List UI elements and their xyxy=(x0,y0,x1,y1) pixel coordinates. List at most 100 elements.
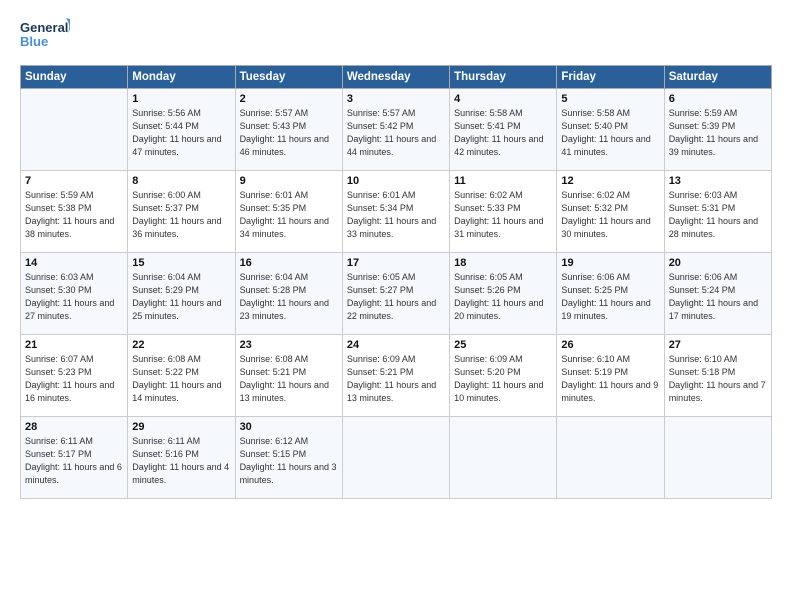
calendar-cell: 17 Sunrise: 6:05 AMSunset: 5:27 PMDayligh… xyxy=(342,253,449,335)
cell-info: Sunrise: 6:12 AMSunset: 5:15 PMDaylight:… xyxy=(240,435,338,487)
header: General Blue xyxy=(20,16,772,57)
cell-info: Sunrise: 6:09 AMSunset: 5:20 PMDaylight:… xyxy=(454,353,552,405)
calendar-cell: 25 Sunrise: 6:09 AMSunset: 5:20 PMDayligh… xyxy=(450,335,557,417)
logo-icon: General Blue xyxy=(20,16,70,52)
cell-info: Sunrise: 6:11 AMSunset: 5:17 PMDaylight:… xyxy=(25,435,123,487)
calendar-cell: 1 Sunrise: 5:56 AMSunset: 5:44 PMDaylight… xyxy=(128,89,235,171)
day-number: 7 xyxy=(25,175,123,187)
calendar-cell: 16Sunrise: 6:04 AMSunset: 5:28 PMDayligh… xyxy=(235,253,342,335)
calendar-cell: 13Sunrise: 6:03 AMSunset: 5:31 PMDayligh… xyxy=(664,171,771,253)
cell-info: Sunrise: 6:06 AMSunset: 5:25 PMDaylight:… xyxy=(561,271,659,323)
col-header-tuesday: Tuesday xyxy=(235,66,342,89)
cell-info: Sunrise: 6:05 AMSunset: 5:26 PMDaylight:… xyxy=(454,271,552,323)
calendar-cell: 26 Sunrise: 6:10 AMSunset: 5:19 PMDayligh… xyxy=(557,335,664,417)
cell-info: Sunrise: 6:03 AMSunset: 5:31 PMDaylight:… xyxy=(669,189,767,241)
col-header-monday: Monday xyxy=(128,66,235,89)
calendar-cell: 24 Sunrise: 6:09 AMSunset: 5:21 PMDayligh… xyxy=(342,335,449,417)
day-number: 26 xyxy=(561,339,659,351)
cell-info: Sunrise: 5:56 AMSunset: 5:44 PMDaylight:… xyxy=(132,107,230,159)
cell-info: Sunrise: 6:03 AMSunset: 5:30 PMDaylight:… xyxy=(25,271,123,323)
cell-info: Sunrise: 5:58 AMSunset: 5:41 PMDaylight:… xyxy=(454,107,552,159)
day-number: 24 xyxy=(347,339,445,351)
cell-info: Sunrise: 6:06 AMSunset: 5:24 PMDaylight:… xyxy=(669,271,767,323)
col-header-thursday: Thursday xyxy=(450,66,557,89)
day-number: 4 xyxy=(454,93,552,105)
cell-info: Sunrise: 6:10 AMSunset: 5:18 PMDaylight:… xyxy=(669,353,767,405)
day-number: 5 xyxy=(561,93,659,105)
calendar-cell: 12Sunrise: 6:02 AMSunset: 5:32 PMDayligh… xyxy=(557,171,664,253)
header-row: SundayMondayTuesdayWednesdayThursdayFrid… xyxy=(21,66,772,89)
calendar-cell: 2 Sunrise: 5:57 AMSunset: 5:43 PMDaylight… xyxy=(235,89,342,171)
cell-info: Sunrise: 6:00 AMSunset: 5:37 PMDaylight:… xyxy=(132,189,230,241)
day-number: 1 xyxy=(132,93,230,105)
calendar-cell xyxy=(664,417,771,499)
day-number: 27 xyxy=(669,339,767,351)
calendar-cell: 28 Sunrise: 6:11 AMSunset: 5:17 PMDayligh… xyxy=(21,417,128,499)
calendar-cell: 20 Sunrise: 6:06 AMSunset: 5:24 PMDayligh… xyxy=(664,253,771,335)
calendar-cell: 29Sunrise: 6:11 AMSunset: 5:16 PMDayligh… xyxy=(128,417,235,499)
cell-info: Sunrise: 5:59 AMSunset: 5:38 PMDaylight:… xyxy=(25,189,123,241)
cell-info: Sunrise: 6:08 AMSunset: 5:21 PMDaylight:… xyxy=(240,353,338,405)
week-row-1: 1 Sunrise: 5:56 AMSunset: 5:44 PMDaylight… xyxy=(21,89,772,171)
week-row-2: 7 Sunrise: 5:59 AMSunset: 5:38 PMDaylight… xyxy=(21,171,772,253)
day-number: 2 xyxy=(240,93,338,105)
cell-info: Sunrise: 6:05 AMSunset: 5:27 PMDaylight:… xyxy=(347,271,445,323)
day-number: 22 xyxy=(132,339,230,351)
col-header-sunday: Sunday xyxy=(21,66,128,89)
day-number: 9 xyxy=(240,175,338,187)
calendar-cell: 23 Sunrise: 6:08 AMSunset: 5:21 PMDayligh… xyxy=(235,335,342,417)
calendar-cell: 21Sunrise: 6:07 AMSunset: 5:23 PMDayligh… xyxy=(21,335,128,417)
calendar-cell: 5 Sunrise: 5:58 AMSunset: 5:40 PMDaylight… xyxy=(557,89,664,171)
day-number: 20 xyxy=(669,257,767,269)
calendar-cell: 19 Sunrise: 6:06 AMSunset: 5:25 PMDayligh… xyxy=(557,253,664,335)
calendar-cell: 11 Sunrise: 6:02 AMSunset: 5:33 PMDayligh… xyxy=(450,171,557,253)
day-number: 19 xyxy=(561,257,659,269)
cell-info: Sunrise: 6:09 AMSunset: 5:21 PMDaylight:… xyxy=(347,353,445,405)
logo-svg-container: General Blue xyxy=(20,16,70,57)
day-number: 3 xyxy=(347,93,445,105)
day-number: 12 xyxy=(561,175,659,187)
calendar-cell: 4 Sunrise: 5:58 AMSunset: 5:41 PMDaylight… xyxy=(450,89,557,171)
col-header-wednesday: Wednesday xyxy=(342,66,449,89)
cell-info: Sunrise: 6:02 AMSunset: 5:33 PMDaylight:… xyxy=(454,189,552,241)
day-number: 28 xyxy=(25,421,123,433)
cell-info: Sunrise: 6:10 AMSunset: 5:19 PMDaylight:… xyxy=(561,353,659,405)
calendar-cell: 15 Sunrise: 6:04 AMSunset: 5:29 PMDayligh… xyxy=(128,253,235,335)
day-number: 11 xyxy=(454,175,552,187)
svg-text:General: General xyxy=(20,20,68,35)
day-number: 21 xyxy=(25,339,123,351)
day-number: 25 xyxy=(454,339,552,351)
week-row-4: 21Sunrise: 6:07 AMSunset: 5:23 PMDayligh… xyxy=(21,335,772,417)
calendar-cell xyxy=(450,417,557,499)
logo: General Blue xyxy=(20,16,70,57)
day-number: 8 xyxy=(132,175,230,187)
week-row-5: 28 Sunrise: 6:11 AMSunset: 5:17 PMDayligh… xyxy=(21,417,772,499)
calendar-cell: 22 Sunrise: 6:08 AMSunset: 5:22 PMDayligh… xyxy=(128,335,235,417)
cell-info: Sunrise: 5:57 AMSunset: 5:43 PMDaylight:… xyxy=(240,107,338,159)
day-number: 18 xyxy=(454,257,552,269)
day-number: 17 xyxy=(347,257,445,269)
day-number: 30 xyxy=(240,421,338,433)
calendar-cell: 27 Sunrise: 6:10 AMSunset: 5:18 PMDayligh… xyxy=(664,335,771,417)
day-number: 10 xyxy=(347,175,445,187)
calendar-cell: 3 Sunrise: 5:57 AMSunset: 5:42 PMDaylight… xyxy=(342,89,449,171)
col-header-saturday: Saturday xyxy=(664,66,771,89)
col-header-friday: Friday xyxy=(557,66,664,89)
cell-info: Sunrise: 5:57 AMSunset: 5:42 PMDaylight:… xyxy=(347,107,445,159)
calendar-cell xyxy=(21,89,128,171)
calendar-cell xyxy=(557,417,664,499)
cell-info: Sunrise: 6:08 AMSunset: 5:22 PMDaylight:… xyxy=(132,353,230,405)
cell-info: Sunrise: 6:01 AMSunset: 5:35 PMDaylight:… xyxy=(240,189,338,241)
day-number: 15 xyxy=(132,257,230,269)
calendar-cell: 9 Sunrise: 6:01 AMSunset: 5:35 PMDaylight… xyxy=(235,171,342,253)
cell-info: Sunrise: 5:59 AMSunset: 5:39 PMDaylight:… xyxy=(669,107,767,159)
day-number: 6 xyxy=(669,93,767,105)
cell-info: Sunrise: 6:04 AMSunset: 5:29 PMDaylight:… xyxy=(132,271,230,323)
calendar-cell: 18 Sunrise: 6:05 AMSunset: 5:26 PMDayligh… xyxy=(450,253,557,335)
day-number: 16 xyxy=(240,257,338,269)
calendar-cell: 30 Sunrise: 6:12 AMSunset: 5:15 PMDayligh… xyxy=(235,417,342,499)
day-number: 23 xyxy=(240,339,338,351)
week-row-3: 14Sunrise: 6:03 AMSunset: 5:30 PMDayligh… xyxy=(21,253,772,335)
calendar-cell: 7 Sunrise: 5:59 AMSunset: 5:38 PMDaylight… xyxy=(21,171,128,253)
cell-info: Sunrise: 5:58 AMSunset: 5:40 PMDaylight:… xyxy=(561,107,659,159)
